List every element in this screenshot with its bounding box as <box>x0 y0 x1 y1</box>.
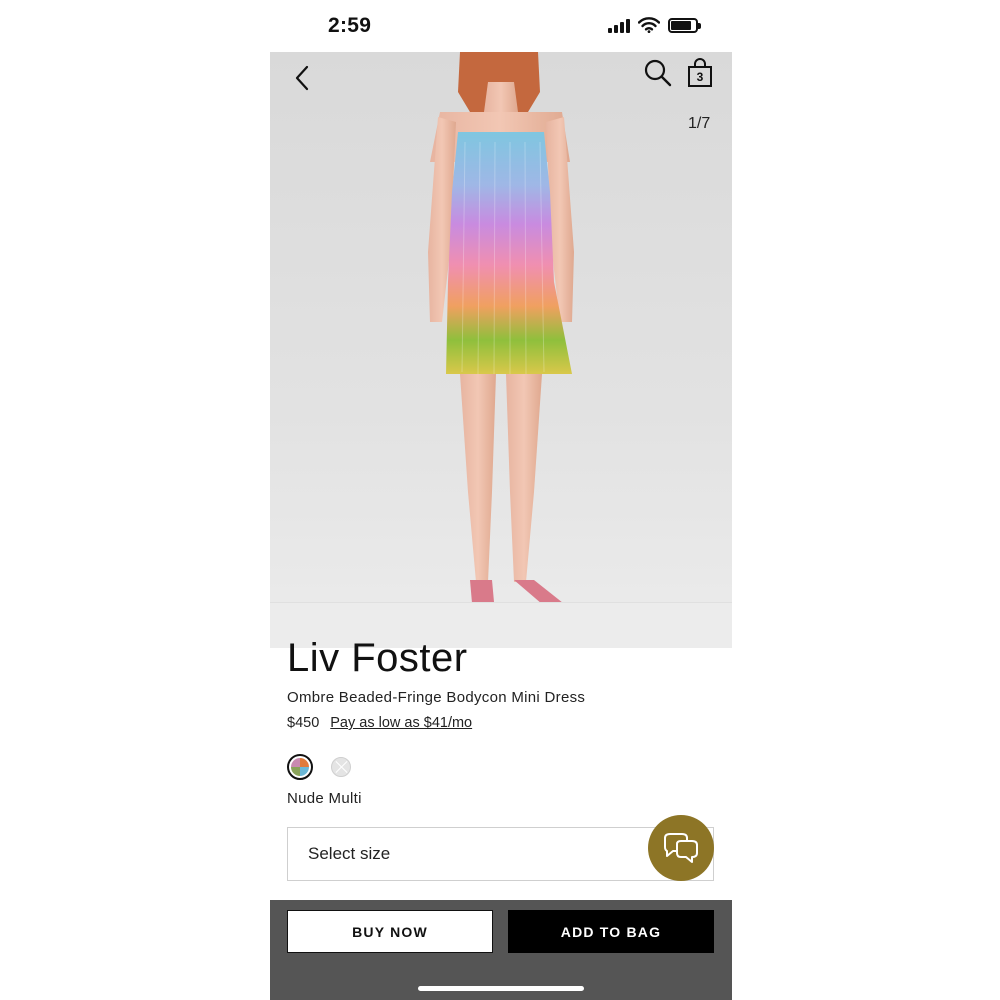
action-bar: BUY NOW ADD TO BAG <box>270 900 732 1000</box>
multicolor-swatch-icon <box>291 758 309 776</box>
shopping-bag-button[interactable]: 3 <box>686 58 718 90</box>
bag-count: 3 <box>696 70 704 84</box>
image-counter: 1/7 <box>688 115 711 132</box>
silver-swatch-icon <box>331 757 351 777</box>
battery-icon <box>668 17 701 33</box>
price-row: $450 Pay as low as $41/mo <box>287 715 472 731</box>
pay-later-link[interactable]: Pay as low as $41/mo <box>330 715 472 731</box>
back-arrow-icon <box>295 65 309 91</box>
chat-button[interactable] <box>648 815 714 881</box>
product-photo <box>270 52 732 648</box>
chat-bubbles-icon <box>664 833 698 863</box>
swatch-silver[interactable] <box>328 754 354 780</box>
swatch-nude-multi[interactable] <box>287 754 313 780</box>
status-bar: 2:59 <box>270 0 732 52</box>
product-image[interactable]: 3 1/7 <box>270 52 732 648</box>
back-button[interactable] <box>286 62 318 94</box>
add-to-bag-button[interactable]: ADD TO BAG <box>508 910 714 953</box>
wifi-icon <box>638 17 660 33</box>
buy-now-button[interactable]: BUY NOW <box>287 910 493 953</box>
search-icon <box>644 59 672 87</box>
color-swatches <box>287 754 354 780</box>
selected-color-name: Nude Multi <box>287 790 362 807</box>
home-indicator[interactable] <box>418 986 584 991</box>
size-select-placeholder: Select size <box>308 844 391 863</box>
brand-name[interactable]: Liv Foster <box>287 636 468 681</box>
status-time: 2:59 <box>328 14 372 37</box>
price: $450 <box>287 715 320 731</box>
status-icons <box>608 17 701 33</box>
search-button[interactable] <box>643 58 675 90</box>
product-name: Ombre Beaded-Fringe Bodycon Mini Dress <box>287 689 586 706</box>
signal-icon <box>608 17 630 33</box>
